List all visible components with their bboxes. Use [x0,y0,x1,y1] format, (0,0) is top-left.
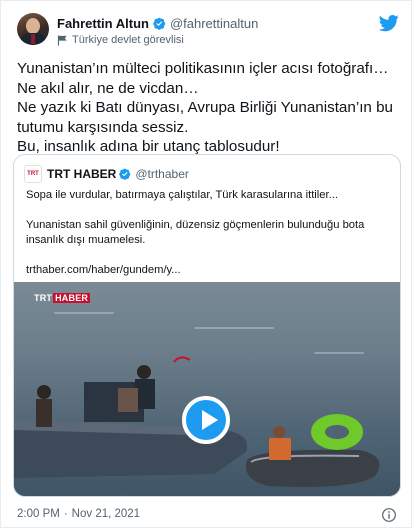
wave [314,352,364,354]
video-thumbnail[interactable]: TRT HABER [14,282,400,496]
play-button[interactable] [182,396,230,444]
tweet-time: 2:00 PM [17,508,60,520]
info-icon[interactable] [381,507,397,523]
government-label-row: Türkiye devlet görevlisi [57,33,184,47]
timestamp-separator: · [63,508,68,520]
trt-haber-watermark: TRT HABER [34,292,91,304]
wave [194,327,274,329]
tweet-card: Fahrettin Altun @fahrettinaltun Türkiye … [0,0,412,528]
tweet-date: Nov 21, 2021 [71,508,141,520]
migrant-boat [245,414,380,487]
watermark-haber: HABER [53,293,91,303]
tweet-text: Yunanistan’ın mülteci politikasının içle… [17,60,393,155]
avatar-tie [31,34,35,44]
quoted-tweet[interactable]: TRT TRT HABER @trthaber Sopa ile vurdula… [13,154,401,497]
trt-logo: TRT [24,165,42,183]
verified-badge-icon [153,17,166,30]
avatar-face [26,18,40,34]
twitter-bird-icon[interactable] [379,13,399,33]
flag-icon [57,34,67,46]
quoted-author-handle[interactable]: @trthaber [135,167,189,181]
tweet-timestamp[interactable]: 2:00 PM · Nov 21, 2021 [17,506,140,522]
wave [54,312,114,314]
government-label[interactable]: Türkiye devlet görevlisi [72,34,184,46]
play-icon [202,410,218,430]
quoted-author-row: TRT TRT HABER @trthaber [24,165,189,183]
verified-badge-icon [119,168,131,180]
author-row: Fahrettin Altun @fahrettinaltun [57,15,258,31]
author-handle[interactable]: @fahrettinaltun [170,16,258,31]
watermark-trt: TRT [34,293,53,303]
quoted-author-name[interactable]: TRT HABER [47,167,116,181]
author-name[interactable]: Fahrettin Altun [57,16,149,31]
avatar[interactable] [17,13,49,45]
quoted-tweet-text: Sopa ile vurdular, batırmaya çalıştılar,… [26,189,365,276]
